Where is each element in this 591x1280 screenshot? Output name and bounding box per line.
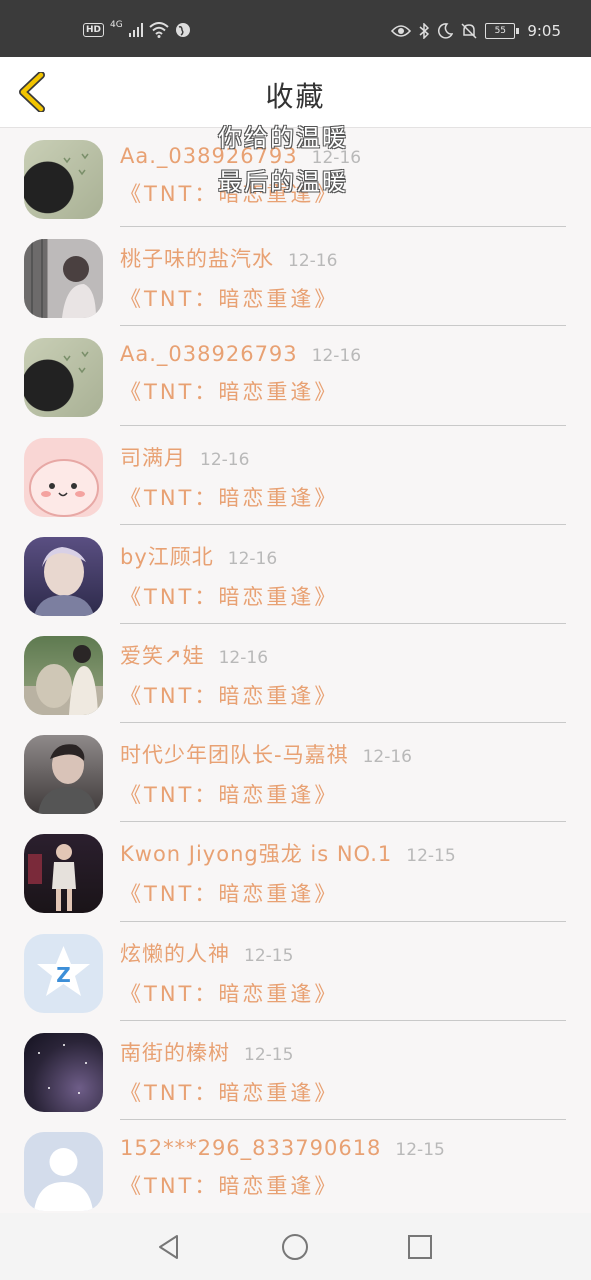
status-bar: HD 4G 55 9:05 <box>0 0 591 57</box>
book-title[interactable]: 《TNT：暗恋重逢》 <box>120 680 566 710</box>
item-text: 152***296_833790618 12-15 《TNT：暗恋重逢》 <box>120 1136 566 1220</box>
item-date: 12-16 <box>288 251 338 272</box>
book-title[interactable]: 《TNT：暗恋重逢》 <box>120 978 566 1008</box>
page-title: 收藏 <box>265 80 326 113</box>
item-title: 炫懒的人神 12-15 <box>120 938 566 968</box>
nav-home-icon <box>282 1234 308 1260</box>
list-item[interactable]: Kwon Jiyong强龙 is NO.1 12-15 《TNT：暗恋重逢》 <box>0 822 591 922</box>
favorites-list: Aa._038926793 12-16 《TNT：暗恋重逢》 桃子味的盐汽水 12-… <box>0 128 591 1220</box>
item-date: 12-15 <box>406 846 456 867</box>
item-title: Aa._038926793 12-16 <box>120 342 566 366</box>
avatar[interactable] <box>24 635 103 715</box>
item-text: 爱笑↗娃 12-16 《TNT：暗恋重逢》 <box>120 640 566 724</box>
nav-recents-button[interactable] <box>403 1230 437 1264</box>
nav-recents-icon <box>408 1235 432 1259</box>
book-title[interactable]: 《TNT：暗恋重逢》 <box>120 376 566 406</box>
nav-home-button[interactable] <box>278 1230 312 1264</box>
avatar[interactable] <box>24 338 103 418</box>
battery-icon: 55 <box>485 23 520 39</box>
item-title: 时代少年团队长-马嘉祺 12-16 <box>120 739 566 769</box>
status-left: HD 4G <box>83 20 191 38</box>
item-date: 12-15 <box>244 945 294 966</box>
item-title: 152***296_833790618 12-15 <box>120 1136 566 1160</box>
item-date: 12-15 <box>244 1044 294 1065</box>
item-title: 司满月 12-16 <box>120 442 566 472</box>
system-nav-bar <box>0 1213 591 1280</box>
author-name[interactable]: 炫懒的人神 <box>120 942 230 966</box>
book-title[interactable]: 《TNT：暗恋重逢》 <box>120 1170 566 1200</box>
book-title[interactable]: 《TNT：暗恋重逢》 <box>120 482 566 512</box>
clock: 9:05 <box>527 22 561 40</box>
overlay-line1: 你给的温暖 <box>218 124 348 152</box>
item-date: 12-16 <box>311 346 362 367</box>
item-title: Kwon Jiyong强龙 is NO.1 12-15 <box>120 838 566 868</box>
item-text: by江顾北 12-16 《TNT：暗恋重逢》 <box>120 541 566 624</box>
item-text: Aa._038926793 12-16 《TNT：暗恋重逢》 <box>120 342 566 426</box>
item-text: 司满月 12-16 《TNT：暗恋重逢》 <box>120 442 566 525</box>
item-text: 炫懒的人神 12-15 《TNT：暗恋重逢》 <box>120 938 566 1021</box>
nav-back-icon <box>159 1235 178 1259</box>
globe-icon <box>175 23 190 37</box>
list-item[interactable]: Aa._038926793 12-16 《TNT：暗恋重逢》 <box>0 326 591 426</box>
item-text: 时代少年团队长-马嘉祺 12-16 《TNT：暗恋重逢》 <box>120 739 566 823</box>
item-title: 爱笑↗娃 12-16 <box>120 640 566 670</box>
network-label: 4G <box>110 20 123 30</box>
signal-icon <box>128 23 143 37</box>
avatar[interactable] <box>24 239 103 319</box>
list-item[interactable]: 爱笑↗娃 12-16 《TNT：暗恋重逢》 <box>0 624 591 724</box>
item-text: Kwon Jiyong强龙 is NO.1 12-15 《TNT：暗恋重逢》 <box>120 838 566 922</box>
list-item[interactable]: Z 炫懒的人神 12-15 《TNT：暗恋重逢》 <box>0 922 591 1021</box>
list-item[interactable]: 南街的榛树 12-15 《TNT：暗恋重逢》 <box>0 1021 591 1120</box>
nav-back-button[interactable] <box>152 1230 186 1264</box>
item-date: 12-16 <box>200 449 250 470</box>
item-date: 12-15 <box>395 1139 445 1160</box>
avatar[interactable] <box>24 140 103 219</box>
author-name[interactable]: 司满月 <box>120 446 186 470</box>
eye-icon <box>391 25 412 37</box>
book-title[interactable]: 《TNT：暗恋重逢》 <box>120 878 566 908</box>
item-text: 南街的榛树 12-15 《TNT：暗恋重逢》 <box>120 1037 566 1120</box>
item-text: 桃子味的盐汽水 12-16 《TNT：暗恋重逢》 <box>120 243 566 327</box>
item-date: 12-16 <box>218 647 269 668</box>
list-item[interactable]: 152***296_833790618 12-15 《TNT：暗恋重逢》 <box>0 1120 591 1220</box>
item-date: 12-16 <box>227 548 278 569</box>
overlay-line2: 最后的温暖 <box>218 168 348 196</box>
avatar[interactable] <box>24 437 103 517</box>
author-name[interactable]: 南街的榛树 <box>120 1041 230 1065</box>
mute-bell-icon <box>461 23 477 39</box>
hd-icon: HD <box>83 23 105 37</box>
book-title[interactable]: 《TNT：暗恋重逢》 <box>120 581 566 611</box>
avatar[interactable]: Z <box>24 933 103 1013</box>
item-date: 12-16 <box>362 747 412 768</box>
list-item[interactable]: by江顾北 12-16 《TNT：暗恋重逢》 <box>0 525 591 624</box>
avatar[interactable] <box>24 834 103 914</box>
author-name[interactable]: Aa._038926793 <box>120 342 298 366</box>
author-name[interactable]: by江顾北 <box>120 545 214 569</box>
list-item[interactable]: 司满月 12-16 《TNT：暗恋重逢》 <box>0 426 591 525</box>
author-name[interactable]: 152***296_833790618 <box>120 1136 381 1160</box>
author-name[interactable]: 桃子味的盐汽水 <box>120 247 274 271</box>
author-name[interactable]: Kwon Jiyong强龙 is NO.1 <box>120 842 392 866</box>
list-item[interactable]: 桃子味的盐汽水 12-16 《TNT：暗恋重逢》 <box>0 227 591 327</box>
overlay-caption: 你给的温暖 最后的温暖 <box>218 116 348 204</box>
avatar[interactable] <box>24 536 103 616</box>
avatar[interactable] <box>24 735 103 815</box>
status-right: 55 9:05 <box>391 22 561 40</box>
item-title: 桃子味的盐汽水 12-16 <box>120 243 566 273</box>
book-title[interactable]: 《TNT：暗恋重逢》 <box>120 283 566 313</box>
item-title: by江顾北 12-16 <box>120 541 566 571</box>
book-title[interactable]: 《TNT：暗恋重逢》 <box>120 1077 566 1107</box>
item-title: 南街的榛树 12-15 <box>120 1037 566 1067</box>
avatar[interactable] <box>24 1131 103 1211</box>
svg-text:Z: Z <box>56 963 71 987</box>
avatar[interactable] <box>24 1032 103 1112</box>
book-title[interactable]: 《TNT：暗恋重逢》 <box>120 779 566 809</box>
moon-icon <box>438 23 454 39</box>
wifi-icon <box>149 22 169 38</box>
list-item[interactable]: 时代少年团队长-马嘉祺 12-16 《TNT：暗恋重逢》 <box>0 723 591 823</box>
bluetooth-icon <box>419 23 430 39</box>
author-name[interactable]: 爱笑↗娃 <box>120 644 205 668</box>
author-name[interactable]: 时代少年团队长-马嘉祺 <box>120 743 349 767</box>
